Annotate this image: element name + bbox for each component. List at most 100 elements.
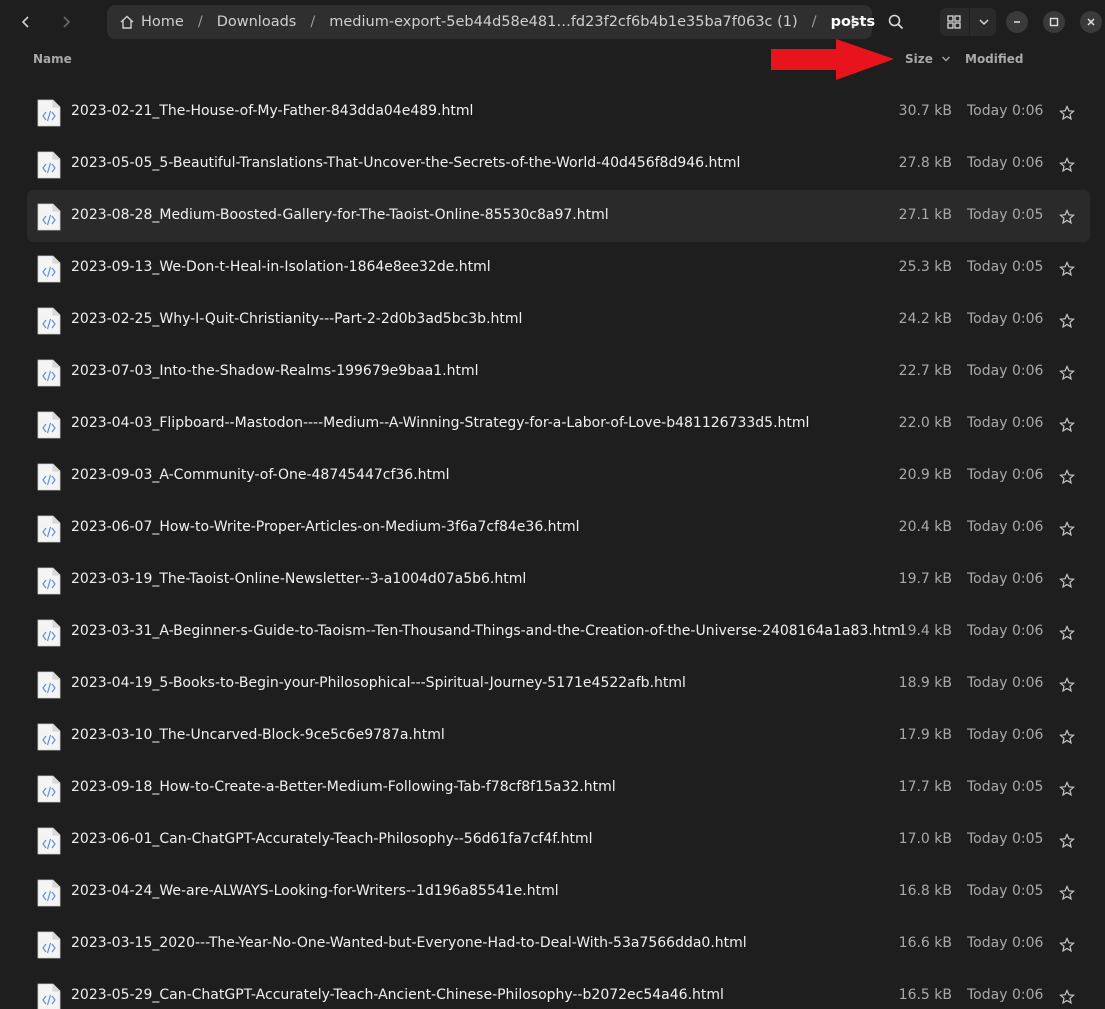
home-icon <box>120 15 134 29</box>
file-row[interactable]: 2023-09-13_We-Don-t-Heal-in-Isolation-18… <box>0 242 1105 294</box>
search-button[interactable] <box>882 8 910 36</box>
star-icon[interactable] <box>1059 209 1075 225</box>
file-row[interactable]: 2023-02-25_Why-I-Quit-Christianity---Par… <box>0 294 1105 346</box>
maximize-button[interactable] <box>1043 11 1065 33</box>
column-header-name[interactable]: Name <box>33 52 72 66</box>
forward-button[interactable] <box>51 6 81 38</box>
breadcrumb-separator: / <box>197 14 203 30</box>
file-row[interactable]: 2023-09-18_How-to-Create-a-Better-Medium… <box>0 762 1105 814</box>
breadcrumb-home[interactable]: Home <box>119 14 184 30</box>
view-toggle-group <box>940 8 996 36</box>
file-row[interactable]: 2023-07-03_Into-the-Shadow-Realms-199679… <box>0 346 1105 398</box>
file-modified: Today 0:06 <box>967 103 1044 119</box>
file-modified: Today 0:06 <box>967 311 1044 327</box>
file-size: 18.9 kB <box>898 675 952 691</box>
file-modified: Today 0:06 <box>967 415 1044 431</box>
star-icon[interactable] <box>1059 417 1075 433</box>
maximize-icon <box>1049 17 1059 27</box>
html-file-icon <box>37 203 61 231</box>
back-button[interactable] <box>11 6 41 38</box>
chevron-right-icon <box>63 16 71 28</box>
star-icon[interactable] <box>1059 937 1075 953</box>
breadcrumb-downloads[interactable]: Downloads <box>217 14 297 30</box>
star-icon[interactable] <box>1059 677 1075 693</box>
file-modified: Today 0:06 <box>967 467 1044 483</box>
vertical-dots-icon <box>851 15 855 29</box>
file-name: 2023-06-01_Can-ChatGPT-Accurately-Teach-… <box>71 831 593 847</box>
file-size: 16.8 kB <box>898 883 952 899</box>
file-name: 2023-02-21_The-House-of-My-Father-843dda… <box>71 103 474 119</box>
file-row[interactable]: 2023-04-24_We-are-ALWAYS-Looking-for-Wri… <box>0 866 1105 918</box>
star-icon[interactable] <box>1059 521 1075 537</box>
file-row[interactable]: 2023-08-28_Medium-Boosted-Gallery-for-Th… <box>0 190 1105 242</box>
html-file-icon <box>37 775 61 803</box>
breadcrumb-export-folder-label: medium-export-5eb44d58e481…fd23f2cf6b4b1… <box>329 14 798 30</box>
star-icon[interactable] <box>1059 313 1075 329</box>
file-row[interactable]: 2023-02-21_The-House-of-My-Father-843dda… <box>0 86 1105 138</box>
file-modified: Today 0:06 <box>967 727 1044 743</box>
html-file-icon <box>37 723 61 751</box>
file-modified: Today 0:06 <box>967 623 1044 639</box>
star-icon[interactable] <box>1059 469 1075 485</box>
star-icon[interactable] <box>1059 157 1075 173</box>
file-row[interactable]: 2023-03-19_The-Taoist-Online-Newsletter-… <box>0 554 1105 606</box>
file-row[interactable]: 2023-09-03_A-Community-of-One-48745447cf… <box>0 450 1105 502</box>
header-bar: Home / Downloads / medium-export-5eb44d5… <box>0 0 1105 44</box>
star-icon[interactable] <box>1059 573 1075 589</box>
file-row[interactable]: 2023-04-03_Flipboard--Mastodon----Medium… <box>0 398 1105 450</box>
file-list: 2023-02-21_The-House-of-My-Father-843dda… <box>0 86 1105 1009</box>
grid-view-button[interactable] <box>940 8 968 36</box>
column-header-name-label: Name <box>33 52 72 66</box>
file-name: 2023-07-03_Into-the-Shadow-Realms-199679… <box>71 363 479 379</box>
red-arrow-annotation <box>771 39 894 80</box>
breadcrumb-downloads-label: Downloads <box>216 14 297 30</box>
star-icon[interactable] <box>1059 729 1075 745</box>
file-modified: Today 0:06 <box>967 519 1044 535</box>
file-row[interactable]: 2023-05-29_Can-ChatGPT-Accurately-Teach-… <box>0 970 1105 1009</box>
star-icon[interactable] <box>1059 781 1075 797</box>
breadcrumb-export-folder[interactable]: medium-export-5eb44d58e481…fd23f2cf6b4b1… <box>329 14 797 30</box>
column-header-size[interactable]: Size <box>905 52 951 66</box>
breadcrumb-separator: / <box>811 14 817 30</box>
file-modified: Today 0:05 <box>967 831 1044 847</box>
html-file-icon <box>37 307 61 335</box>
close-button[interactable] <box>1080 11 1102 33</box>
column-header-modified[interactable]: Modified <box>965 52 1024 66</box>
file-row[interactable]: 2023-03-10_The-Uncarved-Block-9ce5c6e978… <box>0 710 1105 762</box>
star-icon[interactable] <box>1059 885 1075 901</box>
search-icon <box>888 14 904 30</box>
html-file-icon <box>37 99 61 127</box>
close-icon <box>1087 18 1095 26</box>
file-row[interactable]: 2023-06-07_How-to-Write-Proper-Articles-… <box>0 502 1105 554</box>
grid-icon <box>947 15 961 29</box>
star-icon[interactable] <box>1059 833 1075 849</box>
file-size: 20.4 kB <box>898 519 952 535</box>
file-size: 27.8 kB <box>898 155 952 171</box>
html-file-icon <box>37 567 61 595</box>
file-modified: Today 0:05 <box>967 259 1044 275</box>
file-size: 25.3 kB <box>898 259 952 275</box>
file-name: 2023-05-29_Can-ChatGPT-Accurately-Teach-… <box>71 987 724 1003</box>
star-icon[interactable] <box>1059 261 1075 277</box>
view-options-button[interactable] <box>969 8 997 36</box>
file-row[interactable]: 2023-04-19_5-Books-to-Begin-your-Philoso… <box>0 658 1105 710</box>
file-name: 2023-05-05_5-Beautiful-Translations-That… <box>71 155 741 171</box>
breadcrumb-separator: / <box>310 14 316 30</box>
file-row[interactable]: 2023-03-31_A-Beginner-s-Guide-to-Taoism-… <box>0 606 1105 658</box>
path-menu-button[interactable] <box>840 9 866 35</box>
file-name: 2023-09-03_A-Community-of-One-48745447cf… <box>71 467 450 483</box>
star-icon[interactable] <box>1059 989 1075 1005</box>
file-row[interactable]: 2023-05-05_5-Beautiful-Translations-That… <box>0 138 1105 190</box>
minimize-button[interactable] <box>1006 11 1028 33</box>
file-size: 30.7 kB <box>898 103 952 119</box>
file-row[interactable]: 2023-03-15_2020---The-Year-No-One-Wanted… <box>0 918 1105 970</box>
file-modified: Today 0:06 <box>967 571 1044 587</box>
star-icon[interactable] <box>1059 365 1075 381</box>
file-size: 19.4 kB <box>898 623 952 639</box>
file-name: 2023-03-19_The-Taoist-Online-Newsletter-… <box>71 571 527 587</box>
file-row[interactable]: 2023-06-01_Can-ChatGPT-Accurately-Teach-… <box>0 814 1105 866</box>
star-icon[interactable] <box>1059 625 1075 641</box>
star-icon[interactable] <box>1059 105 1075 121</box>
html-file-icon <box>37 879 61 907</box>
file-size: 19.7 kB <box>898 571 952 587</box>
